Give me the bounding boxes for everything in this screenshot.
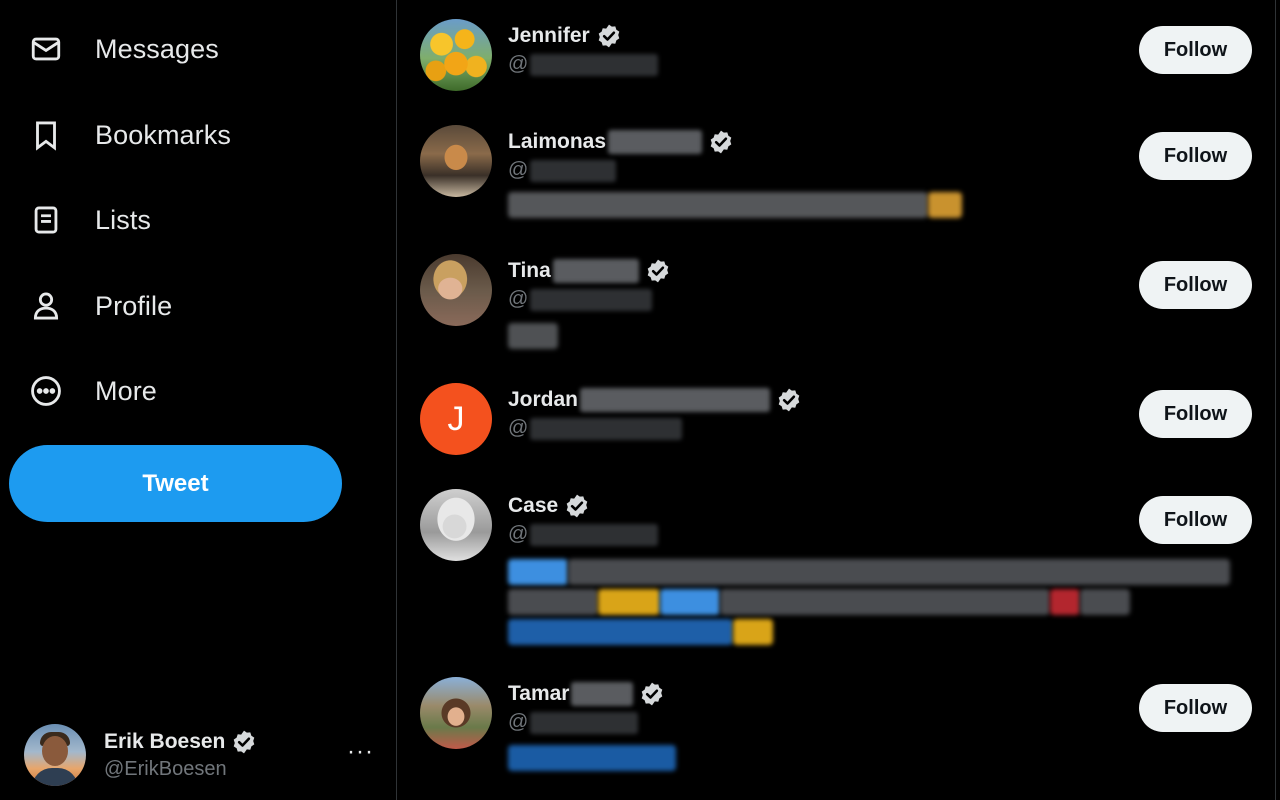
- more-circle-icon: [24, 369, 68, 413]
- follow-button[interactable]: Follow: [1139, 26, 1252, 74]
- account-name: Erik Boesen: [104, 730, 226, 753]
- nav-item-messages[interactable]: Messages: [24, 21, 219, 77]
- avatar: [420, 489, 492, 561]
- follow-button[interactable]: Follow: [1139, 684, 1252, 732]
- verified-badge-icon: [778, 388, 800, 412]
- user-handle: @: [508, 417, 683, 440]
- verified-badge-icon: [566, 494, 588, 518]
- verified-badge-icon: [710, 130, 732, 154]
- nav-label-bookmarks: Bookmarks: [95, 119, 231, 150]
- avatar: [24, 724, 86, 786]
- account-handle: @ErikBoesen: [104, 758, 227, 780]
- nav-label-more: More: [95, 375, 157, 406]
- follow-button[interactable]: Follow: [1139, 132, 1252, 180]
- user-name: Laimonas: [508, 130, 607, 153]
- nav-label-messages: Messages: [95, 33, 219, 64]
- list-item[interactable]: Tamar @ Follow: [398, 677, 1276, 787]
- follow-button[interactable]: Follow: [1139, 496, 1252, 544]
- nav-item-lists[interactable]: Lists: [24, 192, 151, 248]
- avatar: [420, 19, 492, 91]
- list-item[interactable]: Jennifer @ Follow: [398, 19, 1276, 109]
- tweet-button[interactable]: Tweet: [9, 445, 342, 522]
- list-item[interactable]: Case @ Follow: [398, 489, 1276, 659]
- avatar: J: [420, 383, 492, 455]
- list-item[interactable]: Tina @ Follow: [398, 254, 1276, 364]
- verified-badge-icon: [234, 730, 255, 754]
- user-handle: @: [508, 288, 653, 311]
- user-name: Tamar: [508, 682, 570, 705]
- user-name: Tina: [508, 259, 551, 282]
- bookmark-icon: [24, 113, 68, 157]
- redacted-surname: [552, 259, 639, 283]
- envelope-icon: [24, 27, 68, 71]
- verified-badge-icon: [642, 682, 663, 706]
- person-icon: [24, 284, 68, 328]
- list-icon: [24, 198, 68, 242]
- avatar: [420, 677, 492, 749]
- who-to-follow-list: Jennifer @ Follow Laimonas @ Follow Tina…: [398, 0, 1276, 800]
- sidebar-nav: Messages Bookmarks Lists Profile More Tw…: [0, 0, 397, 800]
- account-switcher[interactable]: Erik Boesen @ErikBoesen ···: [24, 722, 374, 788]
- list-item[interactable]: J Jordan @ Follow: [398, 383, 1276, 473]
- nav-item-bookmarks[interactable]: Bookmarks: [24, 107, 231, 163]
- more-horizontal-icon[interactable]: ···: [347, 738, 374, 766]
- redacted-surname: [580, 388, 771, 412]
- verified-badge-icon: [598, 24, 619, 48]
- avatar: [420, 125, 492, 197]
- nav-item-more[interactable]: More: [24, 363, 157, 419]
- redacted-surname: [571, 682, 634, 706]
- redacted-surname: [608, 130, 703, 154]
- follow-button[interactable]: Follow: [1139, 390, 1252, 438]
- user-name: Case: [508, 494, 559, 517]
- list-item[interactable]: Laimonas @ Follow: [398, 125, 1276, 235]
- nav-label-lists: Lists: [95, 204, 152, 235]
- user-handle: @: [508, 711, 639, 734]
- user-handle: @: [508, 53, 659, 76]
- user-handle: @: [508, 523, 659, 546]
- avatar: [420, 254, 492, 326]
- user-name: Jordan: [508, 388, 579, 411]
- verified-badge-icon: [647, 259, 669, 283]
- user-name: Jennifer: [508, 24, 590, 47]
- follow-button[interactable]: Follow: [1139, 261, 1252, 309]
- nav-item-profile[interactable]: Profile: [24, 278, 172, 334]
- user-handle: @: [508, 159, 617, 182]
- nav-label-profile: Profile: [95, 290, 173, 321]
